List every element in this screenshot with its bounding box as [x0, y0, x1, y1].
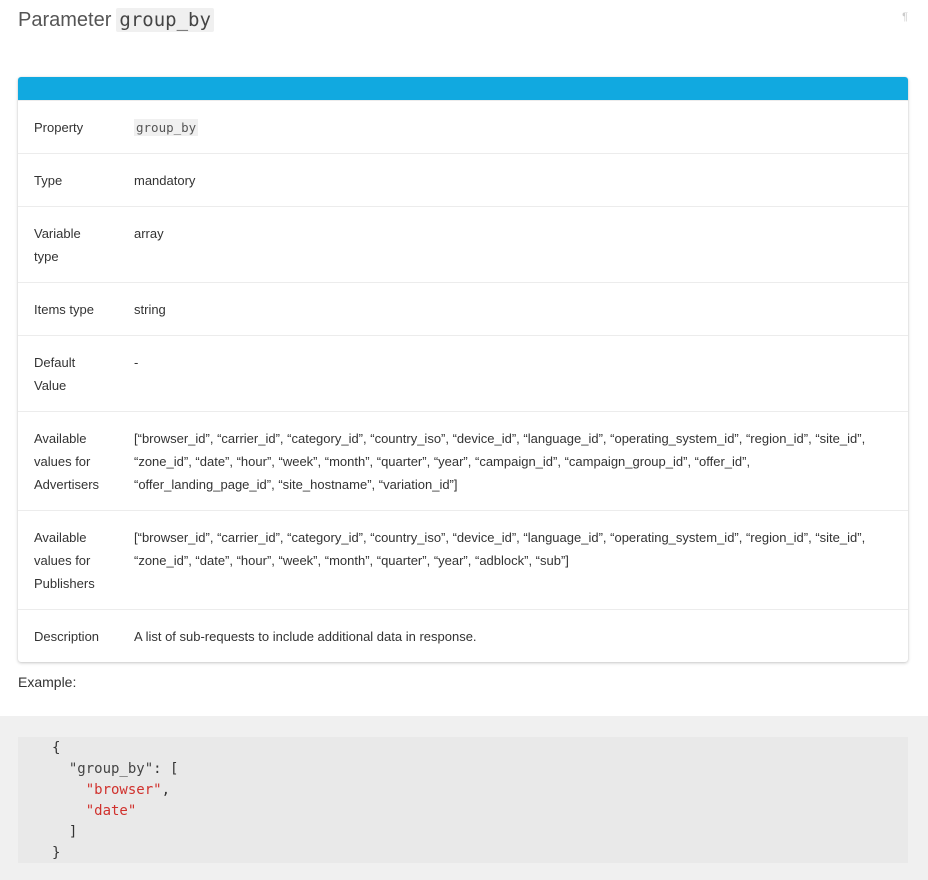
table-row: Description A list of sub-requests to in…: [18, 609, 908, 662]
code-item: "browser": [85, 782, 162, 798]
table-row: Type mandatory: [18, 153, 908, 206]
row-value: mandatory: [134, 173, 196, 188]
card-header-bar: [18, 77, 908, 100]
table-row: Available values for Advertisers [“brows…: [18, 411, 908, 510]
page-title-prefix: Parameter: [18, 8, 112, 31]
pilcrow-icon[interactable]: ¶: [902, 11, 908, 23]
code-block: { "group_by": [ "browser", "date" ] }: [18, 737, 908, 863]
parameter-card: Property group_by Type mandatory Variabl…: [18, 77, 908, 662]
table-row: Available values for Publishers [“browse…: [18, 510, 908, 609]
row-key: Variable type: [34, 226, 81, 264]
row-key: Type: [34, 173, 63, 188]
row-key: Items type: [34, 302, 94, 317]
table-row: Items type string: [18, 282, 908, 335]
table-row: Variable type array: [18, 206, 908, 282]
row-value: string: [134, 302, 166, 317]
row-key: Available values for Advertisers: [34, 431, 100, 492]
table-row: Property group_by: [18, 100, 908, 153]
row-value: group_by: [134, 116, 908, 139]
code-key: "group_by": [68, 761, 154, 777]
page-title-code: group_by: [116, 8, 214, 32]
code-close-brace: }: [52, 845, 61, 861]
row-value: [“browser_id”, “carrier_id”, “category_i…: [134, 530, 866, 568]
row-value: array: [134, 226, 164, 241]
property-code: group_by: [134, 119, 199, 136]
page-title: Parameter group_by: [18, 8, 214, 32]
row-value: A list of sub-requests to include additi…: [134, 629, 477, 644]
code-item: "date": [85, 803, 137, 819]
row-value: [“browser_id”, “carrier_id”, “category_i…: [134, 431, 866, 492]
table-row: Default Value -: [18, 335, 908, 411]
row-key: Available values for Publishers: [34, 530, 95, 591]
code-close-bracket: ]: [68, 824, 78, 840]
row-key: Default Value: [34, 355, 76, 393]
row-key: Property: [34, 120, 84, 135]
code-key-suffix: : [: [153, 761, 179, 777]
row-value: -: [134, 355, 139, 370]
example-label: Example:: [18, 674, 77, 690]
code-open-brace: {: [52, 740, 61, 756]
row-key: Description: [34, 629, 100, 644]
